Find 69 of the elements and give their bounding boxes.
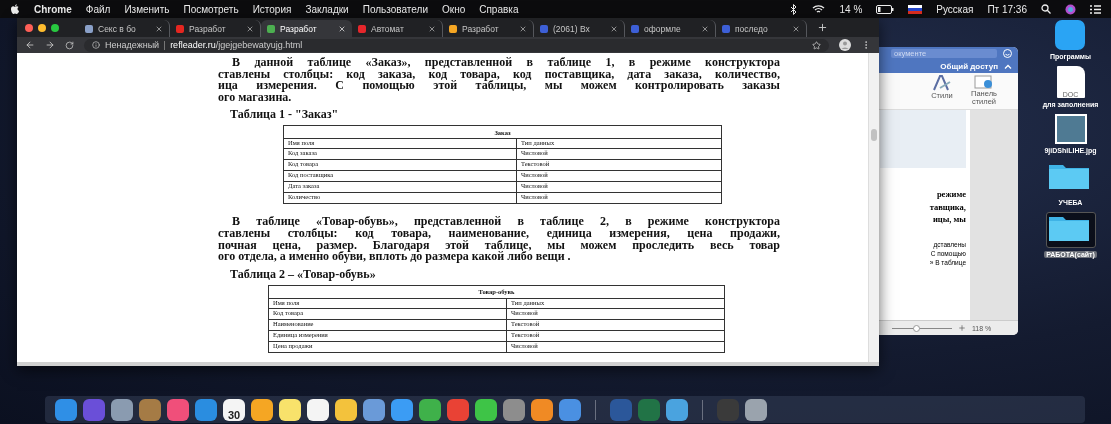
menu-item[interactable]: Справка <box>479 3 519 15</box>
close-icon[interactable] <box>792 24 800 33</box>
share-button[interactable]: Общий доступ <box>940 62 998 71</box>
info-icon <box>92 41 100 49</box>
minimize-button[interactable] <box>38 23 46 32</box>
scrollbar[interactable] <box>17 362 879 366</box>
app-icon[interactable] <box>279 398 301 421</box>
menu-item[interactable]: Chrome <box>34 3 72 15</box>
app-icon[interactable] <box>251 398 273 421</box>
battery-icon[interactable] <box>876 4 895 14</box>
avatar-icon[interactable] <box>839 39 851 51</box>
battery-percentage: 14 % <box>839 3 863 15</box>
security-label: Ненадежный <box>105 40 160 50</box>
address-bar[interactable]: Ненадежный refleader.ru/jgejgebewatyujg.html <box>84 38 829 52</box>
new-tab-icon[interactable] <box>817 22 828 33</box>
table-caption: Таблица 1 - "Заказ" <box>230 107 339 123</box>
scrollbar[interactable] <box>868 53 879 362</box>
menu-item[interactable]: Изменить <box>124 3 170 15</box>
text-line: режиме <box>936 188 966 201</box>
smiley-icon[interactable] <box>1003 49 1012 58</box>
menu-item[interactable]: Пользователи <box>362 3 428 15</box>
wifi-icon[interactable] <box>812 4 826 14</box>
menu-item[interactable]: Файл <box>85 3 111 15</box>
folder-icon[interactable] <box>1045 212 1096 248</box>
close-icon[interactable] <box>338 24 346 33</box>
list-icon[interactable] <box>1090 4 1101 14</box>
bluetooth-icon[interactable] <box>790 3 799 15</box>
menu-item[interactable]: Закладки <box>305 3 349 15</box>
browser-tab[interactable]: Разработ <box>261 20 352 37</box>
maximize-button[interactable] <box>51 23 59 32</box>
close-icon[interactable] <box>519 24 527 33</box>
app-icon[interactable] <box>531 398 553 421</box>
text-line: ицы, мы <box>932 213 966 226</box>
clock: Пт 17:36 <box>987 3 1027 15</box>
app-icon[interactable] <box>111 398 133 421</box>
calendar-icon[interactable]: 30 <box>223 398 245 421</box>
app-icon[interactable] <box>475 398 497 421</box>
search-icon[interactable] <box>1041 4 1051 14</box>
close-button[interactable] <box>25 23 33 32</box>
url-text: refleader.ru/jgejgebewatyujg.html <box>170 40 303 50</box>
apple-logo-icon[interactable] <box>10 3 20 15</box>
slider-thumb[interactable] <box>912 324 920 332</box>
bookmark-star-icon[interactable] <box>812 40 821 50</box>
menu-item[interactable]: История <box>252 3 292 15</box>
close-icon[interactable] <box>155 24 163 33</box>
text-line: тавщика, <box>929 200 966 213</box>
paragraph: В таблице «Товар-обувь», представленной в таблице 2, в режиме конструктора ставлены столбцы: код товара, наименование, единица измерения, цена продажи, почная цена, размер. Благодаря этой таблице, мы можем проследить весь товар ого отдела, а именно обуви, вплоть до размера какой либо вещи . <box>218 216 780 263</box>
close-icon[interactable] <box>701 24 709 33</box>
letter-a-brush-icon <box>932 75 952 91</box>
input-source[interactable]: Русская <box>936 3 974 15</box>
app-icon[interactable] <box>745 398 767 421</box>
close-icon[interactable] <box>246 24 254 33</box>
app-icon[interactable] <box>335 398 357 421</box>
menu-item[interactable]: Окно <box>442 3 466 15</box>
orb-icon[interactable] <box>1065 3 1076 15</box>
app-icon[interactable] <box>307 398 329 421</box>
photo-placeholder[interactable] <box>1054 114 1087 144</box>
back-icon[interactable] <box>25 40 35 50</box>
table-caption: Таблица 2 – «Товар-обувь» <box>230 266 376 282</box>
flag-icon[interactable] <box>908 4 923 14</box>
menu-item[interactable]: Посмотреть <box>183 3 239 15</box>
chevron-up-icon[interactable] <box>1004 64 1012 69</box>
zoom-slider[interactable] <box>892 324 952 332</box>
close-icon[interactable] <box>610 24 618 33</box>
app-icon[interactable] <box>1055 20 1086 50</box>
forward-icon[interactable] <box>45 40 55 50</box>
close-icon[interactable] <box>428 24 436 33</box>
paragraph: В данной таблице «Заказ», представленной в таблице 1, в режиме конструктора ставлены столбцы: код заказа, код товара, код поставщика, дата заказа, количество, ица измерения. С помощью этой таблицы, мы можем контролировать заказы ого магазина. <box>218 57 780 104</box>
reload-icon[interactable] <box>65 40 74 50</box>
